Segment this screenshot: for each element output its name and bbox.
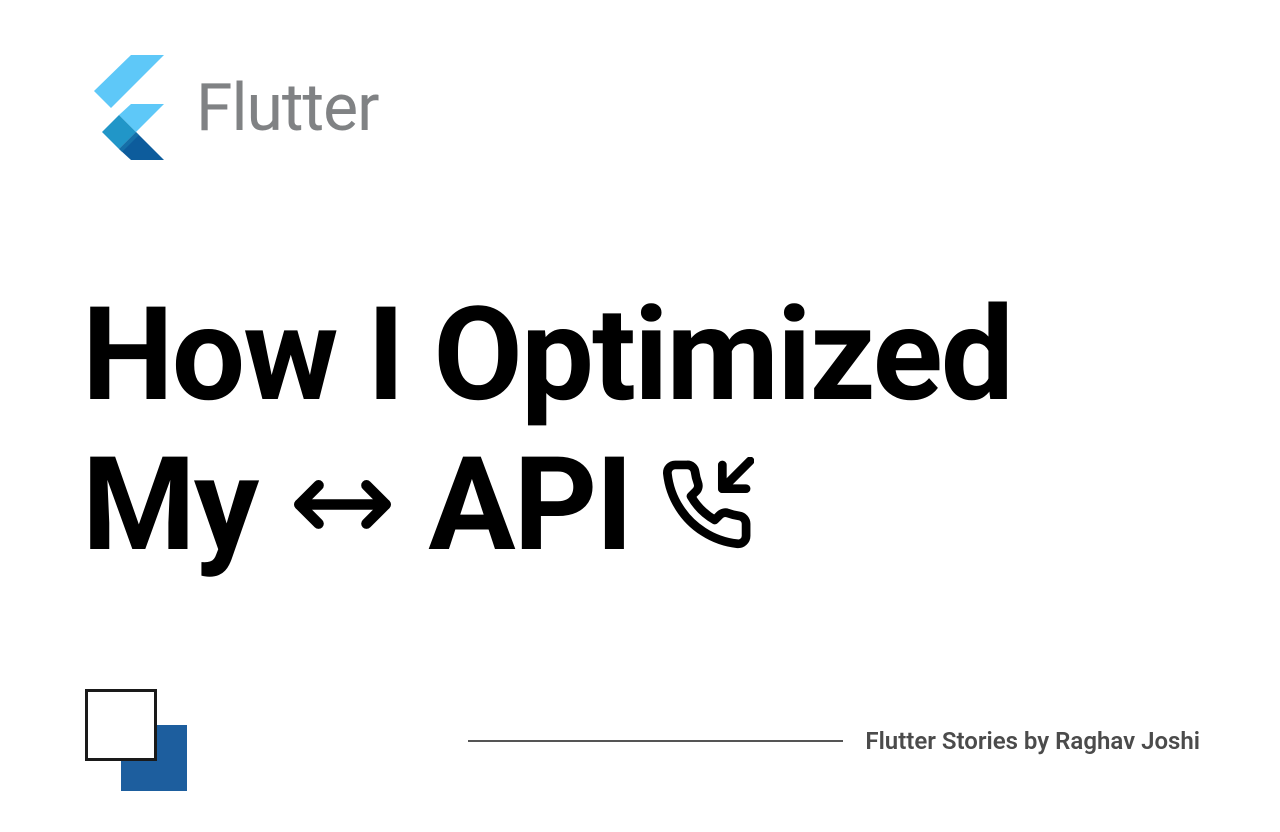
swap-horizontal-icon bbox=[285, 447, 400, 562]
phone-incoming-icon bbox=[659, 457, 754, 552]
page-title: How I Optimized My API bbox=[82, 280, 1182, 579]
flutter-logo: Flutter bbox=[79, 55, 378, 161]
brand-name: Flutter bbox=[196, 70, 378, 147]
author-logo-icon bbox=[85, 689, 188, 792]
title-word-api: API bbox=[428, 430, 631, 580]
footer-byline-area: Flutter Stories by Raghav Joshi bbox=[468, 727, 1200, 755]
divider bbox=[468, 740, 843, 742]
footer: Flutter Stories by Raghav Joshi bbox=[85, 689, 1200, 792]
byline-text: Flutter Stories by Raghav Joshi bbox=[865, 727, 1200, 755]
title-line-1: How I Optimized bbox=[82, 280, 1012, 430]
flutter-logo-icon bbox=[79, 55, 164, 161]
title-word-my: My bbox=[82, 430, 257, 580]
